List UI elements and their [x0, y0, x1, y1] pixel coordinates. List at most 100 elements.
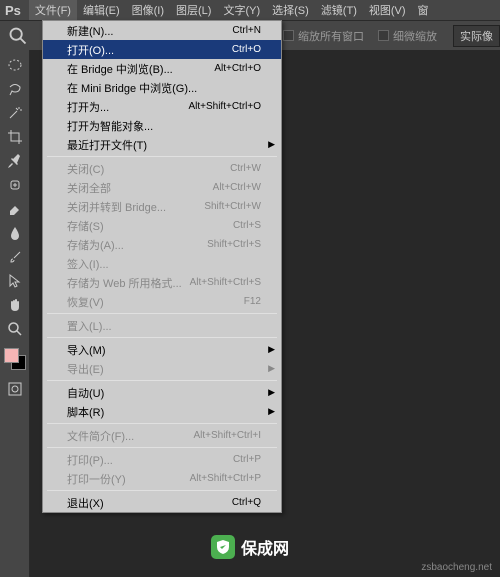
menu-item-shortcut: Ctrl+N	[232, 25, 261, 36]
fit-all-label: 缩放所有窗口	[298, 28, 364, 44]
submenu-arrow-icon: ▶	[268, 363, 275, 374]
menu-item-label: 存储为 Web 所用格式...	[67, 275, 182, 291]
hand-tool[interactable]	[3, 294, 27, 316]
menu-item-label: 签入(I)...	[67, 256, 109, 272]
watermark-text: 保成网	[241, 535, 289, 559]
menu-separator	[47, 313, 277, 314]
menu-item-shortcut: Alt+Ctrl+O	[214, 63, 261, 74]
eyedropper-tool[interactable]	[3, 150, 27, 172]
fine-zoom-label: 细微缩放	[393, 28, 437, 44]
menu-item: 恢复(V)F12	[43, 292, 281, 311]
menu-item: 存储(S) Ctrl+S	[43, 216, 281, 235]
eraser-tool[interactable]	[3, 198, 27, 220]
checkbox-icon	[378, 30, 389, 41]
blur-tool[interactable]	[3, 222, 27, 244]
menu-filter[interactable]: 滤镜(T)	[315, 0, 363, 20]
file-menu-dropdown: 新建(N)...Ctrl+N打开(O)...Ctrl+O在 Bridge 中浏览…	[42, 20, 282, 513]
quick-mask-tool[interactable]	[3, 378, 27, 400]
menu-item: 关闭并转到 Bridge...Shift+Ctrl+W	[43, 197, 281, 216]
menu-item-shortcut: Ctrl+S	[233, 220, 261, 231]
menu-item-label: 导出(E)	[67, 361, 104, 377]
menu-item-label: 最近打开文件(T)	[67, 137, 147, 153]
menu-item[interactable]: 在 Bridge 中浏览(B)... Alt+Ctrl+O	[43, 59, 281, 78]
menu-item: 文件简介(F)... Alt+Shift+Ctrl+I	[43, 426, 281, 445]
menu-item-label: 存储为(A)...	[67, 237, 124, 253]
zoom-tool[interactable]	[3, 318, 27, 340]
menu-item[interactable]: 自动(U)▶	[43, 383, 281, 402]
lasso-tool[interactable]	[3, 78, 27, 100]
menu-item-label: 置入(L)...	[67, 318, 112, 334]
submenu-arrow-icon: ▶	[268, 139, 275, 150]
menu-separator	[47, 447, 277, 448]
menu-file[interactable]: 文件(F)	[29, 0, 77, 20]
menu-item[interactable]: 打开(O)...Ctrl+O	[43, 40, 281, 59]
menu-item[interactable]: 脚本(R) ▶	[43, 402, 281, 421]
menu-item[interactable]: 在 Mini Bridge 中浏览(G)...	[43, 78, 281, 97]
menu-item-shortcut: Shift+Ctrl+S	[207, 239, 261, 250]
watermark-brand: 保成网	[211, 535, 289, 559]
menu-item-shortcut: Alt+Shift+Ctrl+P	[190, 473, 261, 484]
menu-item-label: 关闭(C)	[67, 161, 104, 177]
path-selection-tool[interactable]	[3, 270, 27, 292]
marquee-tool[interactable]	[3, 54, 27, 76]
menu-type[interactable]: 文字(Y)	[217, 0, 266, 20]
actual-pixels-button[interactable]: 实际像	[453, 25, 500, 47]
menu-item-label: 打印(P)...	[67, 452, 113, 468]
color-swatches[interactable]	[4, 348, 26, 370]
menu-item-label: 在 Mini Bridge 中浏览(G)...	[67, 80, 197, 96]
menu-item: 存储为 Web 所用格式... Alt+Shift+Ctrl+S	[43, 273, 281, 292]
menu-item[interactable]: 最近打开文件(T) ▶	[43, 135, 281, 154]
crop-tool[interactable]	[3, 126, 27, 148]
menu-item-label: 存储(S)	[67, 218, 104, 234]
menu-item-label: 脚本(R)	[67, 404, 104, 420]
healing-brush-tool[interactable]	[3, 174, 27, 196]
menu-item-label: 导入(M)	[67, 342, 106, 358]
menu-item-shortcut: Ctrl+O	[232, 44, 261, 55]
menu-item: 存储为(A)... Shift+Ctrl+S	[43, 235, 281, 254]
menu-item: 导出(E) ▶	[43, 359, 281, 378]
menu-item: 关闭(C) Ctrl+W	[43, 159, 281, 178]
menu-separator	[47, 423, 277, 424]
brush-tool[interactable]	[3, 246, 27, 268]
menu-item-label: 关闭全部	[67, 180, 111, 196]
menu-item-label: 打开为...	[67, 99, 109, 115]
menu-edit[interactable]: 编辑(E)	[77, 0, 126, 20]
menu-view[interactable]: 视图(V)	[363, 0, 412, 20]
menu-item-label: 在 Bridge 中浏览(B)...	[67, 61, 173, 77]
menu-select[interactable]: 选择(S)	[266, 0, 315, 20]
menu-item: 打印(P)...Ctrl+P	[43, 450, 281, 469]
menu-item: 签入(I)...	[43, 254, 281, 273]
menu-item-label: 文件简介(F)...	[67, 428, 134, 444]
menu-item-shortcut: Ctrl+W	[230, 163, 261, 174]
menu-item-shortcut: Alt+Shift+Ctrl+O	[188, 101, 261, 112]
menu-item[interactable]: 退出(X)Ctrl+Q	[43, 493, 281, 512]
menu-item: 打印一份(Y)Alt+Shift+Ctrl+P	[43, 469, 281, 488]
menu-item-shortcut: Ctrl+Q	[232, 497, 261, 508]
menu-image[interactable]: 图像(I)	[126, 0, 170, 20]
menu-item[interactable]: 打开为智能对象...	[43, 116, 281, 135]
checkbox-icon	[283, 30, 294, 41]
menu-window[interactable]: 窗	[412, 0, 435, 20]
menu-item-label: 关闭并转到 Bridge...	[67, 199, 166, 215]
submenu-arrow-icon: ▶	[268, 406, 275, 417]
shield-icon	[211, 535, 235, 559]
magic-wand-tool[interactable]	[3, 102, 27, 124]
menu-item[interactable]: 导入(M) ▶	[43, 340, 281, 359]
watermark-url: zsbaocheng.net	[421, 562, 492, 573]
menu-item[interactable]: 打开为... Alt+Shift+Ctrl+O	[43, 97, 281, 116]
fine-zoom-checkbox[interactable]: 细微缩放	[378, 28, 437, 44]
menu-layer[interactable]: 图层(L)	[170, 0, 217, 20]
menu-item[interactable]: 新建(N)... Ctrl+N	[43, 21, 281, 40]
foreground-color-swatch[interactable]	[4, 348, 19, 363]
menu-item-shortcut: Alt+Shift+Ctrl+S	[190, 277, 261, 288]
fit-all-windows-checkbox[interactable]: 缩放所有窗口	[283, 28, 364, 44]
menu-separator	[47, 156, 277, 157]
menu-separator	[47, 490, 277, 491]
submenu-arrow-icon: ▶	[268, 387, 275, 398]
tool-panel	[0, 50, 30, 577]
menu-item-shortcut: Alt+Shift+Ctrl+I	[193, 430, 261, 441]
menu-item-shortcut: Alt+Ctrl+W	[213, 182, 261, 193]
menu-item-label: 新建(N)...	[67, 23, 113, 39]
submenu-arrow-icon: ▶	[268, 344, 275, 355]
menu-item-label: 恢复(V)	[67, 294, 104, 310]
